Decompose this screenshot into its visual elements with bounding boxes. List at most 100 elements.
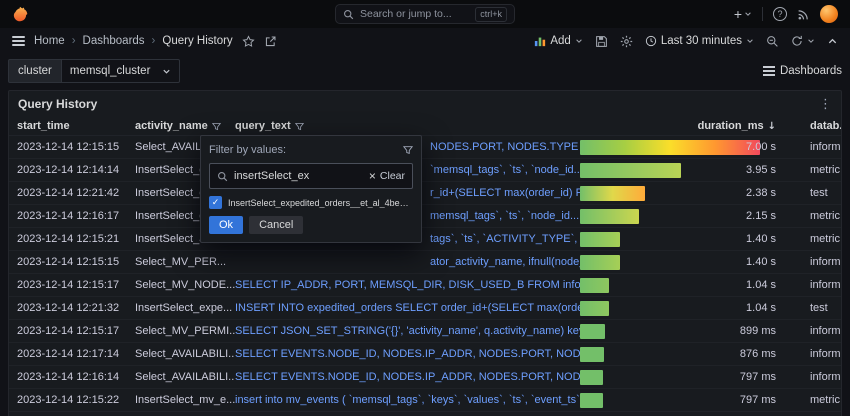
cell-query-text[interactable]: SELECT EVENTS.NODE_ID, NODES.IP_ADDR, NO…	[235, 371, 580, 383]
zoom-out-icon[interactable]	[766, 35, 779, 48]
cell-query-text[interactable]: SELECT JSON_SET_STRING('{}', 'activity_n…	[235, 325, 580, 337]
table-row[interactable]: 2023-12-14 12:16:14 Select_AVAILABILI...…	[9, 366, 841, 389]
cell-query-text[interactable]: SELECT IP_ADDR, PORT, MEMSQL_DIR, DISK_U…	[235, 279, 580, 291]
chevron-up-icon[interactable]	[827, 36, 838, 47]
cell-database: inform...	[810, 348, 841, 360]
submenu-bar: cluster memsql_cluster Dashboards	[0, 54, 850, 88]
table-row[interactable]: 2023-12-14 12:21:42 InsertSelect_ex... r…	[9, 182, 841, 205]
cell-start-time: 2023-12-14 12:15:17	[17, 325, 120, 337]
add-button[interactable]: Add	[534, 35, 582, 47]
cell-database: metric	[810, 394, 840, 406]
breadcrumb-home[interactable]: Home	[34, 35, 65, 47]
table-row[interactable]: 2023-12-14 12:15:22 InsertSelect_mv_e...…	[9, 389, 841, 412]
cell-duration-gauge: 1.04 s	[580, 297, 810, 319]
cluster-variable-dropdown[interactable]: memsql_cluster	[61, 59, 181, 83]
cell-database: test	[810, 302, 828, 314]
table-row[interactable]: 2023-12-14 12:15:15 Select_MV_PER... ato…	[9, 251, 841, 274]
column-header-activity-name[interactable]: activity_name	[135, 120, 235, 132]
cell-database: metric	[810, 164, 840, 176]
clock-icon	[645, 35, 656, 47]
duration-bar	[580, 393, 603, 408]
table-row[interactable]: 2023-12-14 12:17:14 Select_AVAILABILI...…	[9, 343, 841, 366]
cell-start-time: 2023-12-14 12:15:15	[17, 256, 120, 268]
duration-bar	[580, 186, 645, 201]
table-row[interactable]: 2023-12-14 12:15:21 InsertSelect_a... ta…	[9, 228, 841, 251]
duration-bar	[580, 370, 603, 385]
cell-database: metric	[810, 233, 840, 245]
caret-down-icon	[576, 39, 582, 43]
clear-filter-button[interactable]: × Clear	[369, 170, 405, 182]
cell-duration-gauge: 797 ms	[580, 389, 810, 411]
cell-activity-name: Select_MV_PER...	[135, 256, 227, 268]
table-row[interactable]: 2023-12-14 12:15:17 Select_MV_NODE... SE…	[9, 274, 841, 297]
panel-menu-icon[interactable]: ⋮	[819, 97, 832, 112]
duration-bar	[580, 209, 639, 224]
refresh-button[interactable]	[791, 35, 815, 47]
filter-search-box[interactable]: × Clear	[209, 163, 413, 189]
duration-bar	[580, 255, 620, 270]
ok-button[interactable]: Ok	[209, 216, 244, 234]
help-icon[interactable]: ?	[773, 7, 787, 21]
cell-activity-name: Select_AVAILABILI...	[135, 348, 235, 360]
news-icon[interactable]	[797, 8, 810, 21]
table-header: start_time activity_name query_text dura…	[9, 117, 841, 136]
cell-duration-gauge: 1.40 s	[580, 228, 810, 250]
cell-query-text[interactable]: SELECT EVENTS.NODE_ID, NODES.IP_ADDR, NO…	[235, 348, 580, 360]
search-icon	[217, 171, 228, 182]
cell-duration-value: 1.04 s	[746, 279, 776, 291]
table-row[interactable]: 2023-12-14 12:15:17 Select_MV_PERMI... S…	[9, 320, 841, 343]
user-avatar[interactable]	[820, 5, 838, 23]
filter-popup-title: Filter by values:	[209, 144, 287, 156]
table-row[interactable]: 2023-12-14 12:16:17 InsertSelect_q... me…	[9, 205, 841, 228]
search-input[interactable]: Search or jump to... ctrl+k	[335, 4, 515, 24]
cell-activity-name: Select_MV_PERMI...	[135, 325, 235, 337]
menu-icon[interactable]	[12, 34, 25, 48]
table-row[interactable]: 2023-12-14 12:21:32 InsertSelect_expe...…	[9, 297, 841, 320]
share-icon[interactable]	[264, 35, 277, 48]
dashboards-link[interactable]: Dashboards	[762, 65, 842, 77]
cancel-button[interactable]: Cancel	[249, 216, 304, 234]
save-icon[interactable]	[595, 35, 608, 48]
cell-duration-gauge: 2.38 s	[580, 182, 810, 204]
filter-icon[interactable]	[294, 122, 304, 131]
divider	[762, 7, 763, 21]
filter-icon[interactable]	[403, 145, 413, 155]
cell-start-time: 2023-12-14 12:15:21	[17, 233, 120, 245]
filter-option-row[interactable]: ✓ InsertSelect_expedited_orders__et_al_4…	[209, 196, 413, 209]
star-icon[interactable]	[242, 34, 255, 48]
checkbox-checked-icon[interactable]: ✓	[209, 196, 222, 209]
duration-bar	[580, 232, 620, 247]
new-button[interactable]: +	[734, 6, 752, 22]
caret-down-icon	[808, 39, 814, 43]
column-header-database[interactable]: datab...	[810, 120, 841, 132]
grafana-logo-icon[interactable]	[12, 6, 29, 23]
table-row[interactable]: 2023-12-14 12:14:14 InsertSelect_q... `m…	[9, 159, 841, 182]
column-header-query-text[interactable]: query_text	[235, 120, 580, 132]
cell-duration-gauge: 899 ms	[580, 320, 810, 342]
cell-duration-value: 7.00 s	[746, 141, 776, 153]
filter-icon[interactable]	[211, 122, 221, 131]
settings-gear-icon[interactable]	[620, 35, 633, 48]
chevron-right-icon: ›	[151, 35, 156, 47]
column-header-duration-ms[interactable]: duration_ms ↓	[580, 120, 810, 132]
cell-query-text[interactable]: ator_activity_name, ifnull(node_...	[235, 256, 580, 268]
chevron-right-icon: ›	[71, 35, 76, 47]
table-body: 2023-12-14 12:15:15 Select_AVAILA... NOD…	[9, 136, 841, 412]
plus-icon: +	[733, 6, 742, 22]
cell-query-text[interactable]: insert into mv_events ( `memsql_tags`, `…	[235, 394, 580, 406]
time-range-picker[interactable]: Last 30 minutes	[645, 35, 754, 47]
cell-start-time: 2023-12-14 12:15:17	[17, 279, 120, 291]
breadcrumb-dashboards[interactable]: Dashboards	[83, 35, 145, 47]
cluster-variable-label: cluster	[8, 59, 62, 83]
table-row[interactable]: 2023-12-14 12:15:15 Select_AVAILA... NOD…	[9, 136, 841, 159]
column-header-start-time[interactable]: start_time	[17, 120, 135, 132]
dashboard-list-icon	[762, 66, 775, 76]
cell-start-time: 2023-12-14 12:17:14	[17, 348, 120, 360]
cell-query-text[interactable]: INSERT INTO expedited_orders SELECT orde…	[235, 302, 580, 314]
cell-activity-name: Select_AVAILABILI...	[135, 371, 235, 383]
panel-header[interactable]: Query History ⋮	[9, 91, 841, 117]
filter-search-input[interactable]	[234, 170, 363, 182]
top-navbar: Search or jump to... ctrl+k + ?	[0, 0, 850, 28]
cell-database: test	[810, 187, 828, 199]
search-placeholder: Search or jump to...	[360, 8, 452, 20]
